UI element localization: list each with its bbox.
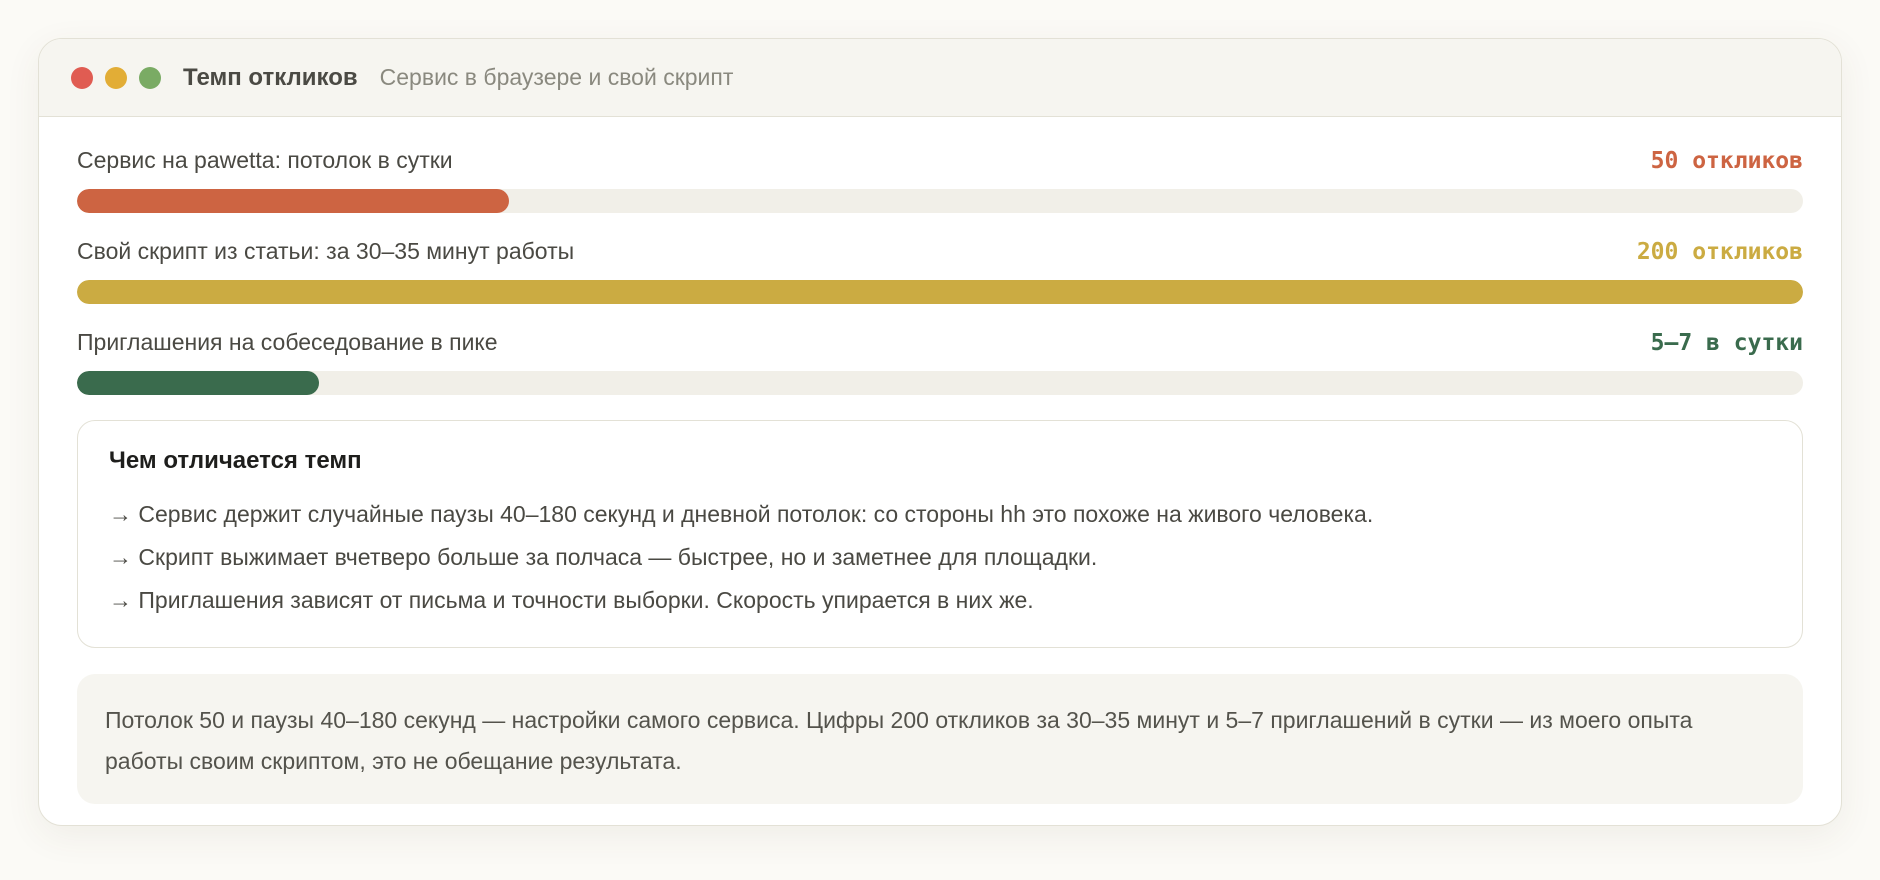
info-item: → Сервис держит случайные паузы 40–180 с… bbox=[109, 501, 1374, 527]
info-box: Чем отличается темп → Сервис держит случ… bbox=[77, 420, 1803, 648]
close-window-dot-icon[interactable] bbox=[71, 66, 93, 89]
metric-value: 200 откликов bbox=[1636, 239, 1803, 265]
info-title: Чем отличается темп bbox=[109, 447, 362, 474]
window-title: Темп откликов bbox=[183, 63, 358, 91]
progress-track bbox=[77, 280, 1803, 304]
info-item: → Приглашения зависят от письма и точнос… bbox=[109, 587, 1034, 613]
progress-track bbox=[77, 371, 1803, 395]
info-item: → Скрипт выжимает вчетверо больше за пол… bbox=[109, 544, 1098, 570]
progress-track bbox=[77, 189, 1803, 213]
content-area: Сервис на pawetta: потолок в сутки 50 от… bbox=[39, 117, 1841, 804]
metric-value: 5–7 в сутки bbox=[1650, 330, 1803, 356]
minimize-window-dot-icon[interactable] bbox=[105, 66, 127, 89]
disclaimer-note: Потолок 50 и паузы 40–180 секунд — настр… bbox=[77, 674, 1803, 804]
progress-fill bbox=[77, 280, 1803, 304]
progress-fill bbox=[77, 189, 509, 213]
maximize-window-dot-icon[interactable] bbox=[139, 66, 161, 89]
progress-fill bbox=[77, 371, 319, 395]
metric-label: Сервис на pawetta: потолок в сутки bbox=[77, 147, 453, 173]
metric-service: Сервис на pawetta: потолок в сутки 50 от… bbox=[77, 147, 1803, 213]
metric-invitations: Приглашения на собеседование в пике 5–7 … bbox=[77, 329, 1803, 395]
metric-script: Свой скрипт из статьи: за 30–35 минут ра… bbox=[77, 238, 1803, 304]
metric-label: Приглашения на собеседование в пике bbox=[77, 329, 498, 355]
title-bar: Темп откликов Сервис в браузере и свой с… bbox=[39, 39, 1841, 117]
app-window: Темп откликов Сервис в браузере и свой с… bbox=[38, 38, 1842, 826]
metric-label: Свой скрипт из статьи: за 30–35 минут ра… bbox=[77, 238, 575, 264]
window-subtitle: Сервис в браузере и свой скрипт bbox=[379, 64, 734, 90]
metric-value: 50 откликов bbox=[1650, 148, 1803, 174]
